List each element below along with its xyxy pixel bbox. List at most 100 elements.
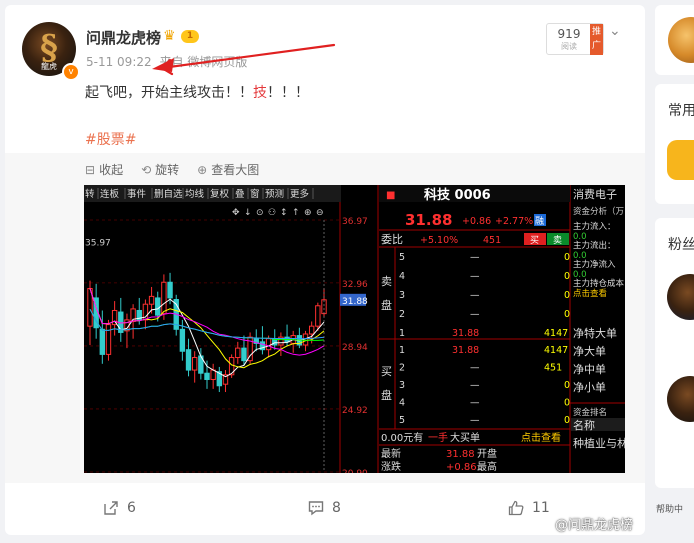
candle-body	[315, 305, 321, 327]
candle-body	[148, 295, 155, 305]
flow-label: 净中单	[573, 362, 606, 376]
candle-body	[210, 369, 216, 380]
order-volume: 0	[564, 398, 570, 409]
repost-button[interactable]: 6	[103, 500, 136, 516]
chart-tool-icon: ✥	[232, 208, 240, 218]
order-volume: 0	[564, 380, 570, 391]
candle-body	[265, 338, 272, 351]
flow-label: 净特大单	[573, 326, 617, 340]
sidebar-avatar[interactable]	[668, 17, 694, 63]
side-panel-title: 消费电子	[573, 187, 617, 201]
chart-tool-icon: ⊖	[316, 208, 324, 218]
order-price: —	[470, 398, 480, 409]
y-tick-label: 20.90	[342, 469, 368, 473]
candle-body	[241, 347, 247, 362]
chart-tab: 更多	[290, 188, 309, 200]
topic-hashtag[interactable]: #股票#	[85, 129, 136, 149]
verified-badge: v	[62, 63, 80, 81]
comment-button[interactable]: 8	[308, 500, 341, 516]
like-button[interactable]: 11	[508, 500, 550, 516]
y-tick-label: 24.92	[342, 406, 368, 416]
candle-body	[155, 297, 161, 316]
quote-key-2: 最高	[477, 460, 497, 473]
big-order-mid: 一手	[428, 431, 448, 444]
chart-tool-icon: ⚇	[268, 208, 276, 218]
order-volume: 0	[564, 290, 570, 301]
post-text-highlight: 技	[253, 85, 267, 101]
read-count: 919	[557, 27, 581, 41]
order-level: 5	[399, 252, 405, 263]
sell-button: 卖	[553, 235, 562, 246]
thumbs-up-icon	[508, 500, 524, 516]
candle-body	[235, 347, 241, 359]
order-price: 31.88	[452, 345, 479, 356]
chart-tool-icon: ↓	[244, 208, 252, 218]
app-shortcut-icon[interactable]	[667, 140, 694, 180]
order-price: —	[470, 380, 480, 391]
big-order-left: 0.00元有	[381, 431, 423, 444]
rank-title: 资金排名	[573, 407, 607, 418]
post-timestamp[interactable]: 5-11 09:22	[86, 55, 152, 69]
candle-body	[185, 349, 192, 371]
fan-avatar-2[interactable]	[667, 376, 694, 422]
chart-tool-icon: ⊙	[256, 208, 264, 218]
buy-side-label: 买	[381, 365, 392, 378]
candle-body	[161, 281, 167, 315]
order-volume: 0	[564, 252, 570, 263]
media-toolbar: ⊟ 收起 ⟲ 旋转 ⊕ 查看大图	[85, 161, 259, 178]
last-price: 31.88	[405, 211, 452, 229]
promote-button[interactable]: 推广	[590, 24, 603, 55]
order-price: —	[470, 271, 480, 282]
weicha-value: 451	[483, 235, 501, 246]
weibo-watermark: @问鼎龙虎榜	[555, 518, 634, 533]
price-marker-label: 31.88	[342, 297, 368, 307]
help-link[interactable]: 帮助中	[656, 502, 683, 515]
order-level: 2	[399, 309, 405, 320]
price-change-pct: +2.77%	[495, 216, 533, 227]
side-panel-key: 主力流出：	[573, 240, 616, 251]
chart-tool-icon: ⊕	[304, 208, 312, 218]
stock-screenshot[interactable]: 转连板 事件 删自选 均线 复权叠窗预测 更多 ✥ ↓ ⊙ ⚇ ↕ ↑ ⊕ ⊖ 36.97 32.96 31.8…	[84, 185, 625, 473]
sell-side-label: 盘	[381, 298, 392, 312]
side-panel-key: 主力流入：	[573, 221, 616, 232]
level-badge: 1	[181, 30, 199, 43]
post-text-main: 起飞吧，开始主线攻击！！	[85, 85, 253, 101]
collapse-button[interactable]: ⊟ 收起	[85, 161, 123, 178]
read-count-box: 919 阅读 推广	[546, 23, 604, 55]
chevron-down-icon[interactable]: ⌄	[609, 23, 621, 39]
weibi-value: +5.10%	[420, 235, 458, 246]
weibi-label: 委比	[381, 233, 403, 246]
quote-key: 涨跌	[381, 460, 401, 473]
chart-tab: 复权	[210, 188, 230, 200]
quote-value: +0.86	[446, 462, 477, 473]
quote-key-2: 开盘	[477, 447, 497, 460]
order-level: 3	[399, 290, 405, 301]
crown-icon: ♛	[163, 28, 176, 44]
candle-body	[308, 325, 315, 335]
order-volume: 0	[564, 415, 570, 426]
candle-body	[179, 328, 186, 352]
order-price: —	[470, 252, 480, 263]
rotate-button[interactable]: ⟲ 旋转	[141, 161, 179, 178]
order-level: 5	[399, 415, 405, 426]
magnifier-icon: ⊕	[197, 162, 208, 177]
rank-first: 种植业与林	[573, 436, 625, 450]
sidebar-section-fans: 粉丝	[668, 237, 694, 253]
fan-avatar-1[interactable]	[667, 274, 694, 320]
rank-head: 名称	[573, 418, 595, 432]
big-order-link: 点击查看	[521, 431, 561, 444]
y-tick-label: 36.97	[342, 217, 368, 227]
comment-icon	[308, 501, 324, 516]
flow-label: 净大单	[573, 344, 606, 358]
collapse-label: 收起	[99, 163, 124, 177]
post-text-end: ！！！	[267, 85, 309, 101]
rotate-icon: ⟲	[141, 162, 152, 177]
order-price: —	[470, 309, 480, 320]
side-panel-key: 主力持仓成本	[573, 278, 625, 289]
side-panel-subtitle: 资金分析（万	[573, 206, 624, 217]
order-level: 2	[399, 363, 405, 374]
view-large-button[interactable]: ⊕ 查看大图	[197, 161, 259, 178]
side-panel-value: 点击查看	[573, 288, 607, 299]
margin-tag: 融	[535, 216, 544, 227]
order-price: —	[470, 290, 480, 301]
